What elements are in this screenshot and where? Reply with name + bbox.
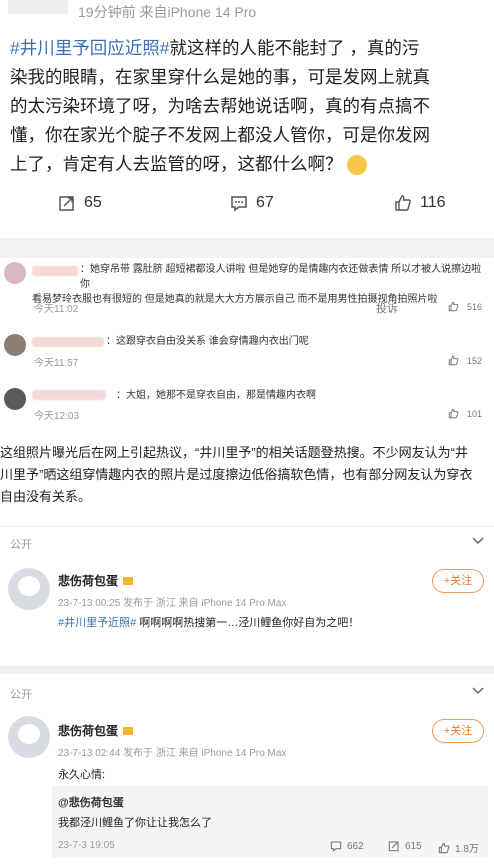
comment-text: ：这跟穿衣自由没关系 谁会穿情趣内衣出门呢 (106, 336, 309, 347)
weibo-text: 永久心情: (58, 769, 106, 781)
username[interactable]: 悲伤荷包蛋 (58, 722, 134, 739)
post-body-line: 上了，肯定有人去监管的呀，这都什么啊？ (10, 154, 343, 174)
emoji-icon (346, 155, 367, 176)
crown-badge-icon (123, 577, 134, 585)
post-hashtag[interactable]: #井川里予回应近照# (10, 38, 169, 58)
quoted-post[interactable]: @悲伤荷包蛋 我都泾川鲤鱼了你让让我怎么了 23-7-3 19:05 662 6… (52, 786, 488, 858)
post-body-line: 染我的眼睛，在家里穿什么是她的事，可是发网上就真 (10, 67, 430, 87)
repost-count: 65 (84, 194, 102, 211)
quoted-time: 23-7-3 19:05 (58, 840, 115, 851)
thumbs-up-icon (438, 842, 450, 854)
post-meta: 23-7-13 00:25 发布于 浙江 来自 iPhone 14 Pro Ma… (58, 598, 287, 609)
weibo-text: #井川里予近照# 啊啊啊啊热搜第一…泾川鲤鱼你好自为之吧！ (58, 617, 360, 629)
post-body-line: 懂，你在家光个腚子不发网上都没人管你，可是你发网 (10, 125, 430, 145)
post-body-line: 的太污染环境了呀，为啥去帮她说话啊，真的有点搞不 (10, 96, 430, 116)
visibility-label: 公开 (10, 689, 32, 701)
username[interactable]: 悲伤荷包蛋 (58, 572, 134, 589)
repost-icon (388, 840, 400, 852)
avatar-blurred (8, 0, 68, 14)
section-gap (0, 238, 494, 258)
thumbs-up-icon (448, 301, 459, 312)
post-meta: 19分钟前 来自iPhone 14 Pro (78, 4, 257, 20)
commenter-avatar[interactable] (4, 334, 26, 356)
chevron-down-icon[interactable] (472, 686, 484, 696)
commenter-name-blurred (32, 266, 78, 276)
report-link[interactable]: 投诉 (376, 300, 398, 316)
thumbs-up-icon (448, 355, 459, 366)
commenter-avatar[interactable] (4, 262, 26, 284)
like-button[interactable]: 116 (394, 194, 446, 212)
post-meta-row: 19分钟前 来自iPhone 14 Pro (0, 0, 494, 22)
quoted-text: 我都泾川鲤鱼了你让让我怎么了 (58, 817, 212, 829)
repost-icon (58, 194, 76, 212)
comment-time: 今天11:57 (34, 358, 79, 369)
thumbs-up-icon (394, 194, 412, 212)
comment-like-count: 516 (467, 301, 483, 312)
follow-button[interactable]: +关注 (432, 569, 484, 593)
visibility-label: 公开 (10, 539, 32, 551)
post-body-line: 就这样的人能不能封了 ，真的污 (169, 38, 420, 58)
crown-badge-icon (123, 727, 134, 735)
comment-like-count: 101 (467, 408, 483, 419)
quoted-like-button[interactable]: 1.8万 (438, 840, 479, 855)
post-body: #井川里予回应近照#就这样的人能不能封了 ，真的污 染我的眼睛，在家里穿什么是她… (10, 34, 490, 179)
quoted-username[interactable]: @悲伤荷包蛋 (58, 794, 124, 810)
comment-icon (230, 194, 248, 212)
comment-icon (330, 840, 342, 852)
comment-time: 今天12:03 (34, 411, 80, 422)
commenter-name-blurred (32, 337, 104, 347)
avatar[interactable] (8, 568, 50, 610)
comment-count: 67 (256, 194, 274, 211)
thumbs-up-icon (448, 408, 459, 419)
comment-like-button[interactable]: 101 (448, 408, 482, 419)
repost-button[interactable]: 65 (58, 194, 102, 212)
section-gap (0, 666, 494, 674)
comment-time: 今天11:02 (34, 304, 79, 315)
commenter-name-blurred (32, 390, 106, 400)
avatar[interactable] (8, 716, 50, 758)
like-count: 116 (420, 194, 446, 211)
comment-like-button[interactable]: 152 (448, 355, 482, 366)
comment-like-button[interactable]: 516 (448, 301, 482, 312)
card-divider (0, 526, 494, 527)
article-paragraph: 这组照片曝光后在网上引起热议，“井川里予”的相关话题登热搜。不少网友认为“井 川… (0, 445, 473, 504)
hashtag-link[interactable]: #井川里予近照# (58, 617, 136, 629)
comment-button[interactable]: 67 (230, 194, 274, 212)
quoted-repost-button[interactable]: 615 (388, 840, 422, 852)
chevron-down-icon[interactable] (472, 536, 484, 546)
quoted-comment-button[interactable]: 662 (330, 840, 364, 852)
follow-button[interactable]: +关注 (432, 719, 484, 743)
comment-text: ：大姐，她那不是穿衣自由，那是情趣内衣啊 (116, 390, 316, 401)
post-meta: 23-7-13 02:44 发布于 浙江 来自 iPhone 14 Pro Ma… (58, 748, 287, 759)
commenter-avatar[interactable] (4, 388, 26, 410)
comment-text: ：她穿吊带 露肚脐 超短裙都没人讲啦 但是她穿的是情趣内衣还做表情 所以才被人说… (32, 264, 482, 305)
comment-like-count: 152 (467, 355, 483, 366)
